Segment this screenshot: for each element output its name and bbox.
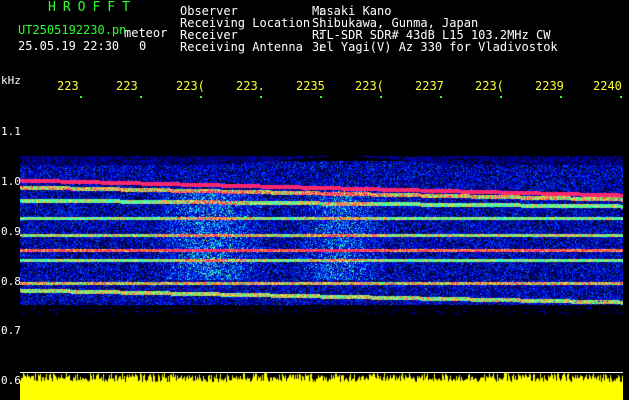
power-level-panel [20,373,623,400]
x-tick-label: 2239 [535,79,564,93]
x-tick-label: 2237 [415,79,444,93]
x-tick-label: 223( [355,79,384,93]
y-tick-label: 0.8 [1,275,21,288]
x-tick-mark [200,96,202,98]
x-tick-mark [260,96,262,98]
x-tick-mark [500,96,502,98]
station-info-labels: Observer : Receiving Location : Receiver… [180,4,325,54]
y-axis-unit: kHz [1,74,21,87]
x-tick-label: 223( [475,79,504,93]
x-tick-mark [80,96,82,98]
x-tick-label: 2240 [593,79,622,93]
x-tick-label: 223. [236,79,265,93]
x-tick-mark [620,96,622,98]
x-tick-label: 2235 [296,79,325,93]
y-tick-label: 0.7 [1,324,21,337]
file-name: UT2505192230.pn [18,23,127,37]
x-tick-mark [380,96,382,98]
spectrogram-waterfall [20,100,623,372]
y-tick-label: 0.6 [1,374,21,387]
app-title: HROFFT [48,0,137,15]
capture-datetime: 25.05.19 22:30 [18,39,120,53]
x-tick-mark [320,96,322,98]
x-tick-mark [560,96,562,98]
x-tick-mark [440,96,442,98]
y-tick-label: 0.9 [1,225,21,238]
x-tick-label: 223 [57,79,79,93]
station-info-values: Masaki Kano Shibukawa, Gunma, Japan RTL-… [312,4,558,54]
detection-count: 0 [139,39,147,53]
y-tick-label: 1.1 [1,125,21,138]
file-type-label: meteor [124,26,168,40]
x-tick-mark [140,96,142,98]
y-tick-label: 1.0 [1,175,21,188]
x-tick-label: 223( [176,79,205,93]
x-tick-label: 223 [116,79,138,93]
